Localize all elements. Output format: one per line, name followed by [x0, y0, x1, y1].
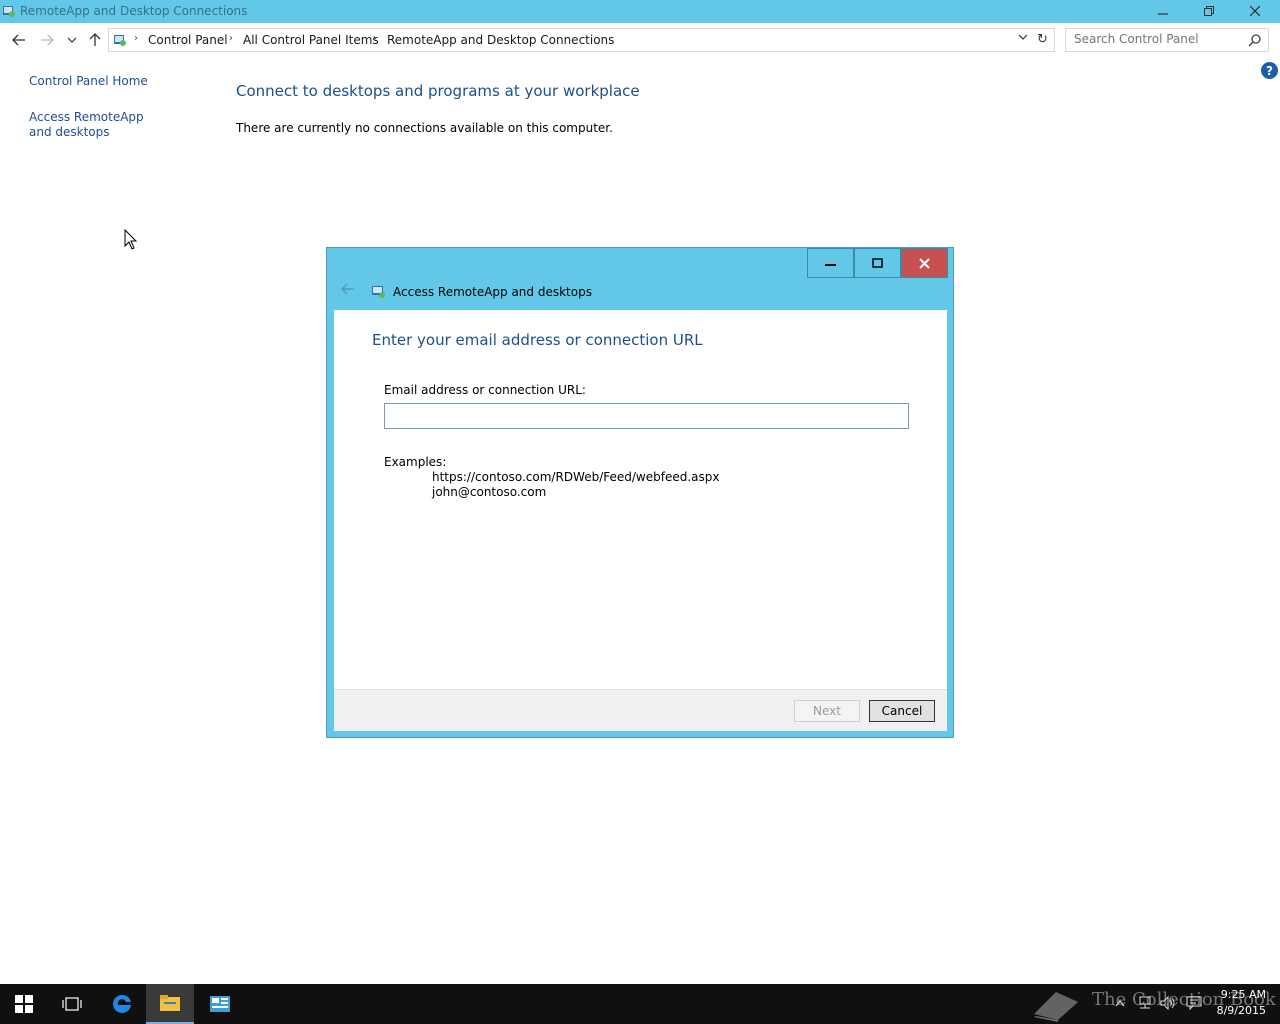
- clock-time[interactable]: 9:25 AM: [1214, 988, 1266, 1001]
- control-panel-icon: [114, 35, 126, 46]
- cancel-button[interactable]: Cancel: [869, 700, 935, 722]
- dialog-heading: Enter your email address or connection U…: [372, 331, 703, 349]
- search-icon[interactable]: [1248, 33, 1262, 47]
- breadcrumb-separator-icon[interactable]: ›: [373, 33, 377, 44]
- arrow-up-icon: [89, 33, 101, 46]
- arrow-right-icon: [41, 34, 54, 46]
- page-title: Connect to desktops and programs at your…: [236, 82, 640, 100]
- refresh-icon[interactable]: ↻: [1037, 32, 1048, 47]
- minimize-icon: [1158, 13, 1168, 15]
- up-button[interactable]: [86, 31, 104, 49]
- start-button[interactable]: [0, 984, 48, 1024]
- close-icon: [1250, 6, 1260, 16]
- watermark-book-icon: [1034, 992, 1078, 1022]
- example-url: https://contoso.com/RDWeb/Feed/webfeed.a…: [432, 470, 720, 484]
- examples-label: Examples:: [384, 455, 447, 469]
- access-remoteapp-link[interactable]: Access RemoteApp and desktops: [29, 110, 169, 140]
- folder-icon: [160, 995, 180, 1011]
- close-icon: [919, 257, 930, 269]
- email-or-url-input[interactable]: [384, 403, 909, 429]
- network-icon[interactable]: [1137, 995, 1153, 1011]
- recent-locations-button[interactable]: [63, 31, 81, 49]
- control-panel-icon: [3, 6, 15, 17]
- edge-icon: [113, 994, 131, 1013]
- arrow-left-icon: [341, 283, 354, 295]
- breadcrumb-remoteapp[interactable]: RemoteApp and Desktop Connections: [387, 33, 614, 47]
- edge-browser-button[interactable]: [98, 984, 146, 1024]
- close-button[interactable]: [1232, 0, 1278, 22]
- search-input[interactable]: [1074, 32, 1244, 46]
- mouse-cursor-icon: [124, 229, 138, 250]
- back-button[interactable]: [10, 31, 28, 49]
- control-panel-icon: [210, 996, 230, 1012]
- dialog-title: Access RemoteApp and desktops: [393, 285, 592, 299]
- taskbar: The Collection Book 9:25 AM 8/9/2015: [0, 984, 1280, 1024]
- next-button[interactable]: Next: [794, 700, 860, 722]
- title-bar[interactable]: RemoteApp and Desktop Connections: [0, 0, 1280, 23]
- file-explorer-button[interactable]: [146, 984, 194, 1024]
- url-field-label: Email address or connection URL:: [384, 383, 586, 397]
- control-panel-home-link[interactable]: Control Panel Home: [29, 74, 169, 89]
- minimize-button[interactable]: [1140, 0, 1186, 22]
- chevron-down-icon: [68, 37, 76, 43]
- dialog-maximize-button[interactable]: [854, 248, 901, 278]
- clock-date[interactable]: 8/9/2015: [1214, 1004, 1266, 1017]
- restore-icon: [1204, 6, 1214, 16]
- remoteapp-icon: [372, 286, 385, 298]
- show-hidden-icons-icon[interactable]: [1112, 995, 1128, 1011]
- example-email: john@contoso.com: [432, 485, 547, 499]
- breadcrumb-control-panel[interactable]: Control Panel: [148, 33, 228, 47]
- navigation-bar: › Control Panel › All Control Panel Item…: [0, 23, 1280, 59]
- dialog-body: Enter your email address or connection U…: [334, 310, 947, 689]
- maximize-icon: [872, 257, 883, 268]
- windows-logo-icon: [15, 995, 33, 1013]
- help-icon[interactable]: ?: [1261, 62, 1278, 79]
- dialog-minimize-button[interactable]: [807, 248, 854, 278]
- volume-icon[interactable]: [1160, 995, 1176, 1011]
- window-title: RemoteApp and Desktop Connections: [20, 4, 248, 18]
- search-box[interactable]: [1065, 28, 1269, 52]
- arrow-left-icon: [12, 34, 25, 46]
- restore-button[interactable]: [1186, 0, 1232, 22]
- breadcrumb-separator-icon[interactable]: ›: [134, 33, 138, 44]
- dialog-back-button[interactable]: [341, 283, 355, 299]
- access-remoteapp-dialog: Access RemoteApp and desktops Enter your…: [326, 247, 954, 738]
- control-panel-taskbar-button[interactable]: [196, 984, 244, 1024]
- breadcrumb-all-items[interactable]: All Control Panel Items: [243, 33, 379, 47]
- dialog-footer: Next Cancel: [334, 689, 947, 731]
- task-view-icon: [62, 997, 82, 1011]
- forward-button[interactable]: [38, 31, 56, 49]
- status-message: There are currently no connections avail…: [236, 121, 613, 135]
- action-center-icon[interactable]: [1186, 995, 1202, 1011]
- dialog-close-button[interactable]: [901, 248, 948, 278]
- address-bar[interactable]: › Control Panel › All Control Panel Item…: [108, 28, 1055, 52]
- task-view-button[interactable]: [48, 984, 96, 1024]
- address-dropdown-icon[interactable]: [1018, 34, 1028, 44]
- minimize-icon: [825, 263, 836, 266]
- breadcrumb-separator-icon[interactable]: ›: [229, 33, 233, 44]
